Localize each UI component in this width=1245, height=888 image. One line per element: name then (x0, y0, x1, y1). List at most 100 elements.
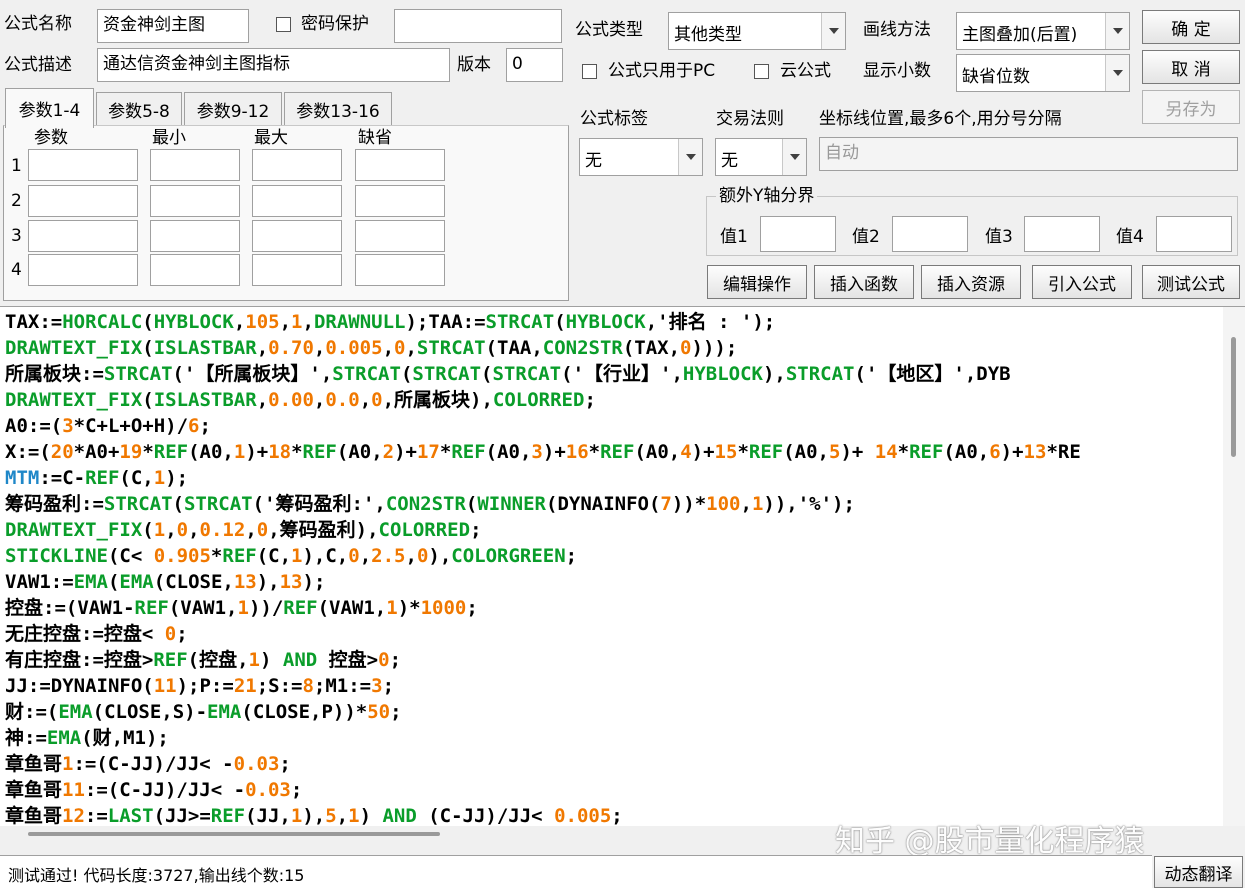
trade-rule-value: 无 (721, 151, 738, 171)
coord-line-label: 坐标线位置,最多6个,用分号分隔 (819, 109, 1062, 129)
code-line[interactable]: JJ:=DYNAINFO(11);P:=21;S:=8;M1:=3; (5, 673, 1081, 699)
formula-tag-value: 无 (585, 151, 602, 171)
formula-name-input[interactable]: 资金神剑主图 (97, 9, 249, 43)
param-row-number: 1 (11, 156, 22, 176)
draw-method-label: 画线方法 (863, 20, 931, 40)
param-4-default[interactable] (355, 254, 445, 286)
decimal-select[interactable]: 缺省位数 (956, 54, 1130, 92)
dynamic-translate-button[interactable]: 动态翻译 (1154, 856, 1243, 888)
param-3-max[interactable] (252, 220, 342, 252)
version-input[interactable]: 0 (506, 48, 563, 82)
param-3-default[interactable] (355, 220, 445, 252)
param-4-max[interactable] (252, 254, 342, 286)
test-formula-button[interactable]: 测试公式 (1142, 265, 1240, 299)
formula-name-label: 公式名称 (4, 14, 72, 34)
tab-params-5-8[interactable]: 参数5-8 (96, 92, 182, 126)
param-1-default[interactable] (355, 149, 445, 181)
chevron-down-icon[interactable] (821, 13, 845, 49)
formula-type-value: 其他类型 (674, 25, 742, 45)
code-line[interactable]: STICKLINE(C< 0.905*REF(C,1),C,0,2.5,0),C… (5, 543, 1081, 569)
value4-input[interactable] (1156, 216, 1232, 252)
param-2-max[interactable] (252, 185, 342, 217)
trade-rule-select[interactable]: 无 (715, 138, 807, 176)
draw-method-select[interactable]: 主图叠加(后置) (956, 12, 1130, 50)
code-line[interactable]: 筹码盈利:=STRCAT(STRCAT('筹码盈利:',CON2STR(WINN… (5, 491, 1081, 517)
scroll-thumb[interactable] (1231, 337, 1236, 457)
param-1-max[interactable] (252, 149, 342, 181)
formula-desc-input[interactable]: 通达信资金神剑主图指标 (97, 48, 450, 82)
tab-params-1-4[interactable]: 参数1-4 (5, 88, 94, 128)
param-2-min[interactable] (150, 185, 240, 217)
param-2-name[interactable] (28, 185, 138, 217)
ok-button[interactable]: 确 定 (1142, 10, 1240, 44)
extra-y-axis-label: 额外Y轴分界 (716, 185, 818, 207)
chevron-down-icon[interactable] (678, 139, 702, 175)
param-1-name[interactable] (28, 149, 138, 181)
edit-ops-button[interactable]: 编辑操作 (707, 265, 807, 299)
password-input[interactable] (394, 9, 562, 43)
code-line[interactable]: MTM:=C-REF(C,1); (5, 465, 1081, 491)
draw-method-value: 主图叠加(后置) (962, 25, 1078, 45)
param-2-default[interactable] (355, 185, 445, 217)
chevron-down-icon[interactable] (1105, 13, 1129, 49)
param-3-min[interactable] (150, 220, 240, 252)
code-editor[interactable]: TAX:=HORCALC(HYBLOCK,105,1,DRAWNULL);TAA… (0, 306, 1245, 826)
param-row-number: 3 (11, 226, 22, 246)
code-line[interactable]: 章鱼哥11:=(C-JJ)/JJ< -0.03; (5, 777, 1081, 803)
code-line[interactable]: TAX:=HORCALC(HYBLOCK,105,1,DRAWNULL);TAA… (5, 309, 1081, 335)
tab-params-9-12[interactable]: 参数9-12 (184, 92, 282, 126)
formula-type-select[interactable]: 其他类型 (668, 12, 846, 50)
import-formula-button[interactable]: 引入公式 (1032, 265, 1132, 299)
cloud-label: 云公式 (780, 61, 831, 81)
formula-tag-label: 公式标签 (580, 109, 648, 129)
decimal-label: 显示小数 (863, 61, 931, 81)
param-3-name[interactable] (28, 220, 138, 252)
param-header-max: 最大 (254, 128, 288, 148)
value3-label: 值3 (985, 227, 1013, 247)
trade-rule-label: 交易法则 (716, 109, 784, 129)
value4-label: 值4 (1116, 227, 1144, 247)
code-text[interactable]: TAX:=HORCALC(HYBLOCK,105,1,DRAWNULL);TAA… (5, 309, 1081, 826)
password-checkbox[interactable] (276, 17, 291, 32)
vertical-scrollbar[interactable] (1223, 307, 1245, 826)
code-line[interactable]: VAW1:=EMA(EMA(CLOSE,13),13); (5, 569, 1081, 595)
code-line[interactable]: DRAWTEXT_FIX(ISLASTBAR,0.00,0.0,0,所属板块),… (5, 387, 1081, 413)
code-line[interactable]: 所属板块:=STRCAT('【所属板块】',STRCAT(STRCAT(STRC… (5, 361, 1081, 387)
code-line[interactable]: 控盘:=(VAW1-REF(VAW1,1))/REF(VAW1,1)*1000; (5, 595, 1081, 621)
formula-tag-select[interactable]: 无 (579, 138, 703, 176)
formula-desc-label: 公式描述 (4, 55, 72, 75)
code-line[interactable]: DRAWTEXT_FIX(1,0,0.12,0,筹码盈利),COLORRED; (5, 517, 1081, 543)
code-line[interactable]: 无庄控盘:=控盘< 0; (5, 621, 1081, 647)
formula-type-label: 公式类型 (575, 20, 643, 40)
decimal-value: 缺省位数 (962, 67, 1030, 87)
param-1-min[interactable] (150, 149, 240, 181)
param-row-number: 2 (11, 191, 22, 211)
param-header-min: 最小 (152, 128, 186, 148)
param-4-name[interactable] (28, 254, 138, 286)
coord-line-input[interactable]: 自动 (819, 137, 1238, 171)
chevron-down-icon[interactable] (1105, 55, 1129, 91)
code-line[interactable]: 神:=EMA(财,M1); (5, 725, 1081, 751)
cloud-checkbox[interactable] (754, 64, 769, 79)
value1-input[interactable] (760, 216, 836, 252)
cancel-button[interactable]: 取 消 (1142, 50, 1240, 84)
tab-params-13-16[interactable]: 参数13-16 (284, 92, 392, 126)
code-line[interactable]: 有庄控盘:=控盘>REF(控盘,1) AND 控盘>0; (5, 647, 1081, 673)
code-line[interactable]: A0:=(3*C+L+O+H)/6; (5, 413, 1081, 439)
code-line[interactable]: 章鱼哥1:=(C-JJ)/JJ< -0.03; (5, 751, 1081, 777)
param-row-number: 4 (11, 260, 22, 280)
param-4-min[interactable] (150, 254, 240, 286)
pc-only-checkbox[interactable] (582, 64, 597, 79)
horizontal-scroll-thumb[interactable] (28, 832, 440, 836)
value2-input[interactable] (892, 216, 968, 252)
pc-only-label: 公式只用于PC (608, 61, 716, 81)
chevron-down-icon[interactable] (782, 139, 806, 175)
status-bar: 测试通过! 代码长度:3727,输出线个数:15 (0, 855, 1152, 888)
value3-input[interactable] (1024, 216, 1100, 252)
code-line[interactable]: 财:=(EMA(CLOSE,S)-EMA(CLOSE,P))*50; (5, 699, 1081, 725)
code-line[interactable]: X:=(20*A0+19*REF(A0,1)+18*REF(A0,2)+17*R… (5, 439, 1081, 465)
insert-function-button[interactable]: 插入函数 (814, 265, 914, 299)
code-line[interactable]: DRAWTEXT_FIX(ISLASTBAR,0.70,0.005,0,STRC… (5, 335, 1081, 361)
save-as-button[interactable]: 另存为 (1142, 90, 1240, 124)
insert-resource-button[interactable]: 插入资源 (921, 265, 1021, 299)
